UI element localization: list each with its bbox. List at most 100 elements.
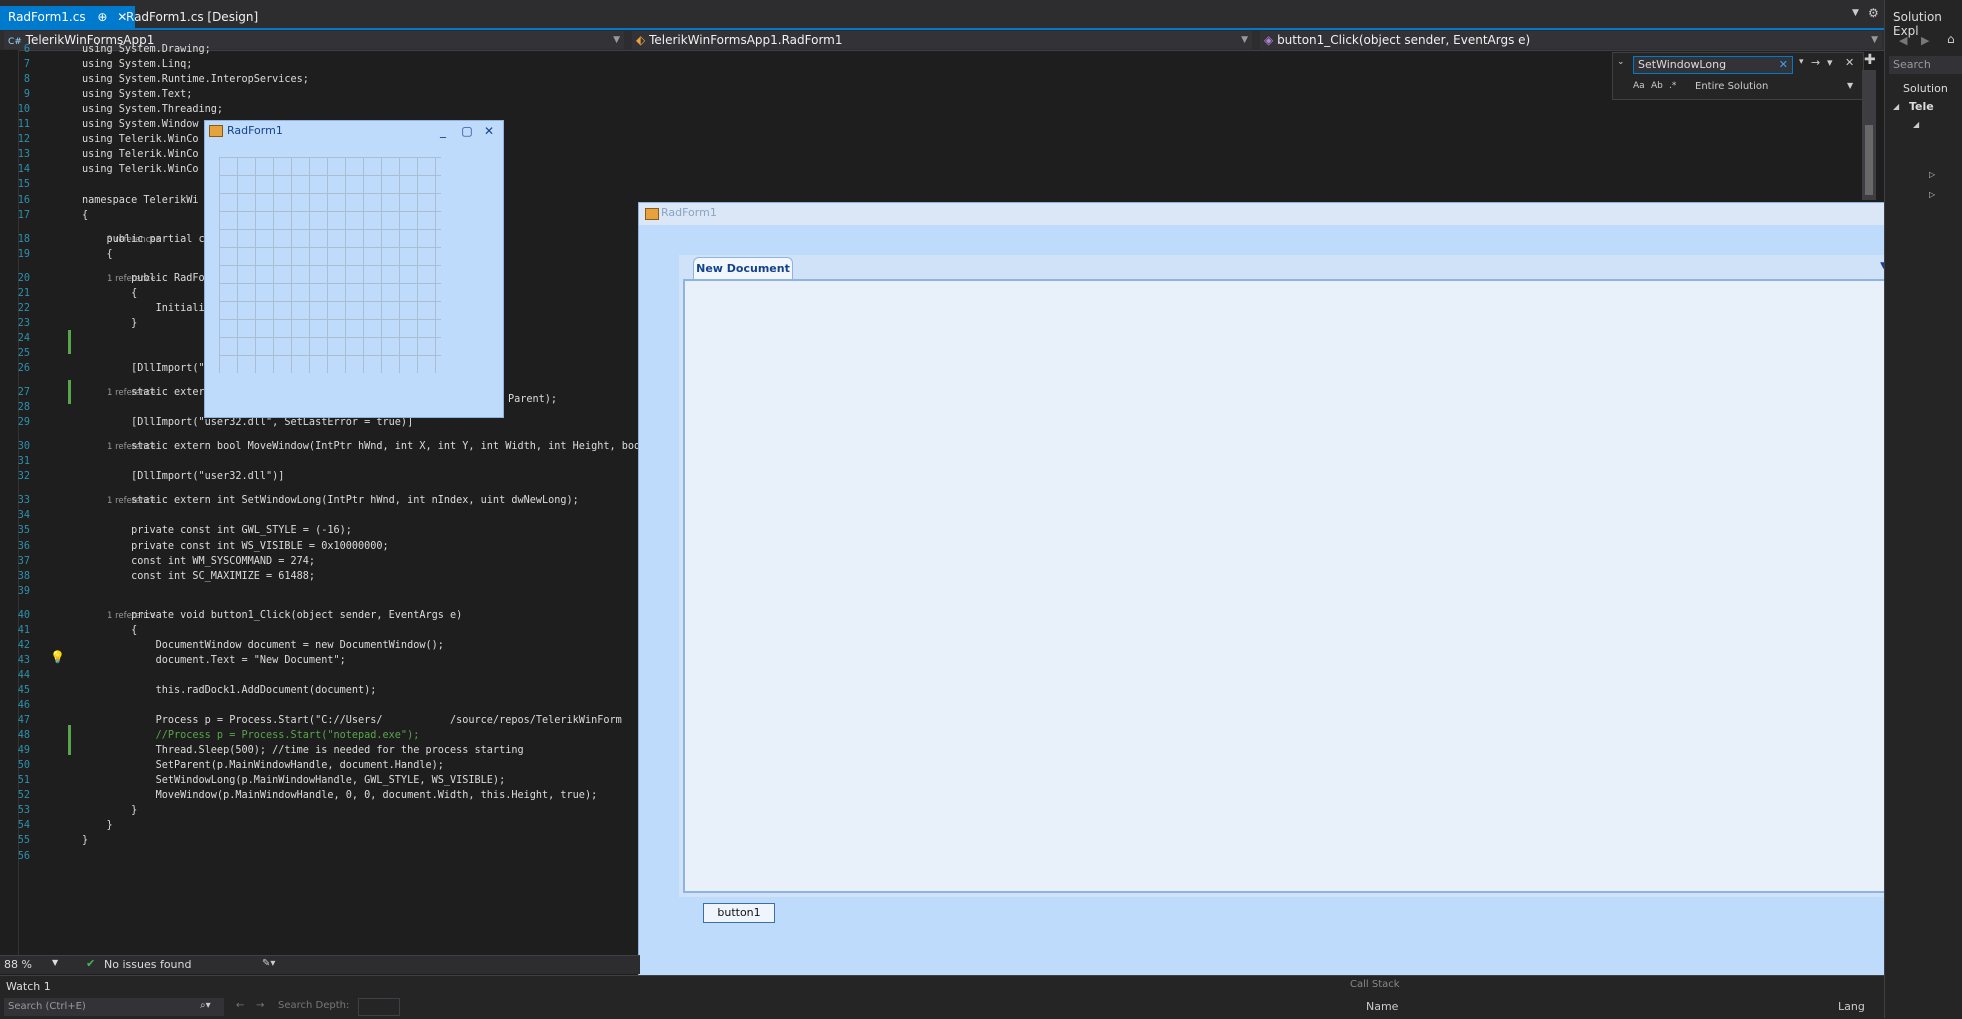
code-line[interactable]: using System.Linq;: [82, 59, 192, 70]
find-scope[interactable]: Entire Solution: [1695, 81, 1768, 92]
code-line[interactable]: using System.Threading;: [82, 104, 223, 115]
code-line[interactable]: private void button1_Click(object sender…: [82, 610, 462, 621]
collapse-icon[interactable]: ▷: [1929, 190, 1935, 199]
vertical-scrollbar[interactable]: [1862, 70, 1876, 200]
radform-window-small[interactable]: RadForm1 _ ▢ ✕: [204, 120, 504, 418]
code-line[interactable]: Process p = Process.Start("C://Users/ /s…: [82, 715, 622, 726]
code-line[interactable]: [DllImport("user32.dll", SetLastError = …: [82, 417, 413, 428]
code-line[interactable]: const int SC_MAXIMIZE = 61488;: [82, 571, 315, 582]
code-line[interactable]: public partial cla: [82, 234, 217, 245]
expand-icon[interactable]: ◢: [1913, 120, 1919, 129]
code-line[interactable]: static extern bool MoveWindow(IntPtr hWn…: [82, 441, 640, 452]
arrow-left-icon[interactable]: ←: [236, 1000, 244, 1011]
tab-new-document[interactable]: New Document: [693, 257, 793, 280]
regex-icon[interactable]: .*: [1669, 81, 1676, 91]
project-node[interactable]: Tele: [1909, 100, 1934, 113]
maximize-icon[interactable]: ▢: [459, 123, 475, 139]
find-value: SetWindowLong: [1638, 58, 1727, 71]
tab-radform1-cs[interactable]: RadForm1.cs ⊕ ✕: [0, 6, 136, 28]
chevron-down-icon[interactable]: ⌄: [1617, 57, 1625, 67]
code-line[interactable]: {: [82, 288, 137, 299]
callstack-lang-column[interactable]: Lang: [1838, 1000, 1865, 1013]
gear-icon[interactable]: ⚙: [1868, 6, 1879, 20]
line-number: 45: [17, 684, 30, 696]
chevron-down-icon[interactable]: ▼: [52, 958, 58, 967]
brush-icon[interactable]: ✎▾: [262, 958, 275, 969]
close-icon[interactable]: ✕: [1845, 56, 1854, 69]
code-line[interactable]: using System.Runtime.InteropServices;: [82, 74, 309, 85]
issues-status[interactable]: No issues found: [104, 958, 191, 971]
line-number: 7: [23, 59, 30, 71]
solution-search-input[interactable]: Search Soluti: [1889, 56, 1962, 74]
code-line[interactable]: {: [82, 625, 137, 636]
code-line[interactable]: SetWindowLong(p.MainWindowHandle, GWL_ST…: [82, 775, 506, 786]
code-line[interactable]: {: [82, 249, 113, 260]
search-icon[interactable]: ⌕▾: [200, 1000, 211, 1011]
find-next-icon[interactable]: →: [1811, 56, 1820, 69]
pin-icon[interactable]: ⊕: [97, 10, 107, 24]
code-line[interactable]: private const int WS_VISIBLE = 0x1000000…: [82, 541, 389, 552]
code-line[interactable]: using Telerik.WinCo: [82, 134, 199, 145]
code-line[interactable]: {: [82, 210, 88, 221]
member-dropdown[interactable]: ◈ button1_Click(object sender, EventArgs…: [1260, 31, 1882, 49]
dropdown-icon[interactable]: ▾: [1799, 57, 1804, 67]
match-case-icon[interactable]: Aa: [1633, 81, 1645, 91]
watch-panel: Watch 1 Search (Ctrl+E) ⌕▾ ← → Search De…: [0, 975, 1962, 1019]
design-grid: [219, 157, 441, 373]
whole-word-icon[interactable]: Ab: [1651, 81, 1663, 91]
collapse-icon[interactable]: ▷: [1929, 170, 1935, 179]
code-line[interactable]: private const int GWL_STYLE = (-16);: [82, 525, 352, 536]
tab-radform1-design[interactable]: RadForm1.cs [Design]: [118, 6, 266, 28]
line-number: 23: [17, 317, 30, 329]
code-line[interactable]: }: [82, 820, 113, 831]
callstack-name-column[interactable]: Name: [1366, 1000, 1398, 1013]
code-line[interactable]: using Telerik.WinCo: [82, 149, 199, 160]
arrow-right-icon[interactable]: →: [256, 1000, 264, 1011]
title-bar[interactable]: RadForm1 _ ▢ ✕: [639, 203, 1949, 225]
radform-window-large[interactable]: RadForm1 _ ▢ ✕ New Document ▼ ✕ button1: [638, 202, 1950, 992]
code-line[interactable]: SetParent(p.MainWindowHandle, document.H…: [82, 760, 444, 771]
minimize-icon[interactable]: _: [435, 123, 451, 139]
code-line[interactable]: const int WM_SYSCOMMAND = 274;: [82, 556, 315, 567]
document-window[interactable]: [683, 279, 1901, 893]
solution-node[interactable]: Solution: [1903, 82, 1948, 95]
code-line[interactable]: using System.Drawing;: [82, 44, 211, 55]
back-icon[interactable]: ◀: [1899, 34, 1907, 47]
find-input[interactable]: SetWindowLong ✕: [1633, 56, 1793, 74]
line-number: 31: [17, 456, 30, 468]
code-line[interactable]: namespace TelerikWi: [82, 195, 199, 206]
home-icon[interactable]: ⌂: [1947, 32, 1955, 46]
code-line[interactable]: DocumentWindow document = new DocumentWi…: [82, 640, 444, 651]
code-line[interactable]: using System.Window: [82, 119, 199, 130]
search-depth-dropdown[interactable]: [358, 998, 400, 1016]
zoom-level[interactable]: 88 %: [4, 958, 32, 971]
close-icon[interactable]: ✕: [481, 123, 497, 139]
button1[interactable]: button1: [703, 903, 775, 923]
code-line[interactable]: static extern int SetWindowLong(IntPtr h…: [82, 495, 579, 506]
code-line[interactable]: public RadForm1: [82, 273, 223, 284]
find-options-icon[interactable]: ▾: [1827, 56, 1833, 69]
code-line[interactable]: document.Text = "New Document";: [82, 655, 346, 666]
split-icon[interactable]: ✚: [1864, 52, 1876, 68]
expand-icon[interactable]: ◢: [1893, 102, 1899, 111]
line-number: 22: [17, 302, 30, 314]
code-line[interactable]: using Telerik.WinCo: [82, 164, 199, 175]
title-bar[interactable]: RadForm1 _ ▢ ✕: [205, 121, 503, 143]
watch-search-input[interactable]: Search (Ctrl+E): [4, 998, 224, 1016]
code-line[interactable]: Thread.Sleep(500); //time is needed for …: [82, 745, 524, 756]
code-line[interactable]: }: [82, 805, 137, 816]
scrollbar-thumb[interactable]: [1865, 125, 1873, 195]
code-line[interactable]: MoveWindow(p.MainWindowHandle, 0, 0, doc…: [82, 790, 598, 801]
class-dropdown[interactable]: ⬖ TelerikWinFormsApp1.RadForm1 ▼: [632, 31, 1252, 49]
code-line[interactable]: }: [82, 835, 88, 846]
tab-overflow-icon[interactable]: ▼: [1852, 8, 1859, 18]
code-line[interactable]: [DllImport("user32.dll")]: [82, 471, 284, 482]
line-number: 20: [17, 272, 30, 284]
code-line[interactable]: //Process p = Process.Start("notepad.exe…: [82, 730, 420, 741]
solution-search-placeholder: Search Soluti: [1893, 58, 1931, 71]
code-line[interactable]: }: [82, 318, 137, 329]
forward-icon[interactable]: ▶: [1921, 34, 1929, 47]
clear-icon[interactable]: ✕: [1779, 57, 1788, 73]
code-line[interactable]: using System.Text;: [82, 89, 192, 100]
code-line[interactable]: this.radDock1.AddDocument(document);: [82, 685, 377, 696]
